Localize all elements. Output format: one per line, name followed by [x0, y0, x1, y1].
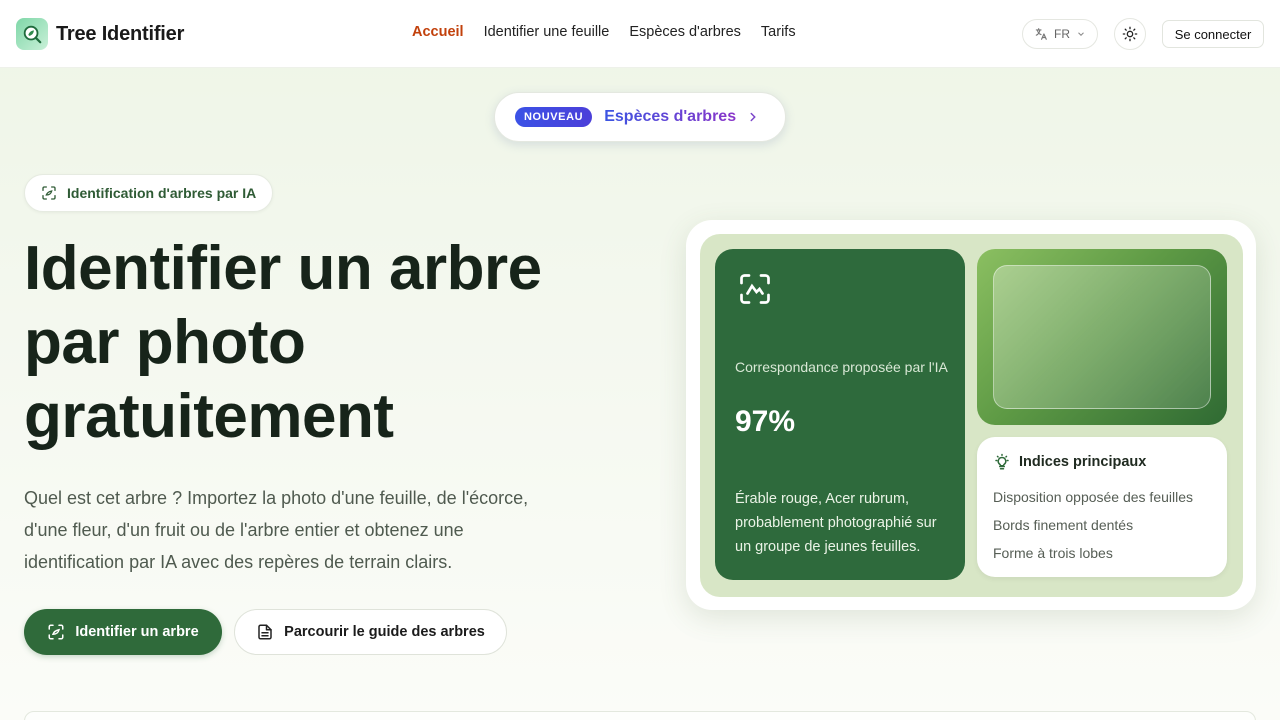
nav-item-identifier-feuille[interactable]: Identifier une feuille [484, 24, 610, 40]
next-section-edge [24, 711, 1256, 720]
ai-tag-label: Identification d'arbres par IA [67, 185, 257, 201]
language-selector[interactable]: FR [1022, 19, 1098, 49]
new-badge: NOUVEAU [515, 107, 593, 127]
match-panel: Correspondance proposée par l'IA 97% Éra… [715, 249, 965, 580]
login-button[interactable]: Se connecter [1162, 20, 1264, 48]
chevron-down-icon [1078, 32, 1084, 36]
scan-icon [48, 624, 64, 640]
brand-logo-icon [16, 18, 48, 50]
announcement-label: Espèces d'arbres [604, 108, 737, 125]
match-percentage: 97% [735, 405, 796, 438]
brand[interactable]: Tree Identifier [16, 18, 184, 50]
translate-icon [1035, 28, 1047, 40]
main-nav: Accueil Identifier une feuille Espèces d… [412, 24, 796, 40]
chevron-right-icon [746, 110, 760, 124]
identify-tree-label: Identifier un arbre [75, 624, 199, 640]
identify-tree-button[interactable]: Identifier un arbre [24, 609, 222, 655]
theme-toggle[interactable] [1114, 18, 1146, 50]
hints-header: Indices principaux [993, 453, 1146, 471]
nav-item-tarifs[interactable]: Tarifs [761, 24, 796, 40]
photo-preview [977, 249, 1227, 425]
nav-item-especes[interactable]: Espèces d'arbres [629, 24, 741, 40]
hint-item: Forme à trois lobes [993, 545, 1113, 561]
brand-name: Tree Identifier [56, 22, 185, 45]
lightbulb-icon [995, 453, 1009, 470]
document-icon [258, 624, 272, 640]
hints-list: Disposition opposée des feuilles Bords f… [993, 483, 1193, 567]
announcement-pill[interactable]: NOUVEAU Espèces d'arbres [494, 92, 786, 142]
hint-item: Bords finement dentés [993, 517, 1134, 533]
hint-item: Disposition opposée des feuilles [993, 489, 1194, 505]
photo-frame [993, 265, 1211, 409]
scan-icon [42, 186, 56, 200]
match-caption: Correspondance proposée par l'IA [735, 359, 948, 375]
hints-panel: Indices principaux Disposition opposée d… [977, 437, 1227, 577]
hints-title: Indices principaux [1019, 454, 1147, 470]
nav-item-accueil[interactable]: Accueil [412, 24, 464, 40]
browse-guide-button[interactable]: Parcourir le guide des arbres [234, 609, 507, 655]
browse-guide-label: Parcourir le guide des arbres [284, 624, 485, 640]
site-header: Tree Identifier Accueil Identifier une f… [0, 0, 1280, 68]
match-description: Érable rouge, Acer rubrum, probablement … [735, 491, 937, 555]
hero-description: Quel est cet arbre ? Importez la photo d… [24, 488, 529, 572]
page-title: Identifier un arbre par photo gratuiteme… [24, 234, 542, 451]
sun-icon [1122, 26, 1138, 42]
scan-icon [737, 271, 773, 312]
language-label: FR [1054, 27, 1070, 41]
ai-identification-tag: Identification d'arbres par IA [24, 174, 273, 212]
